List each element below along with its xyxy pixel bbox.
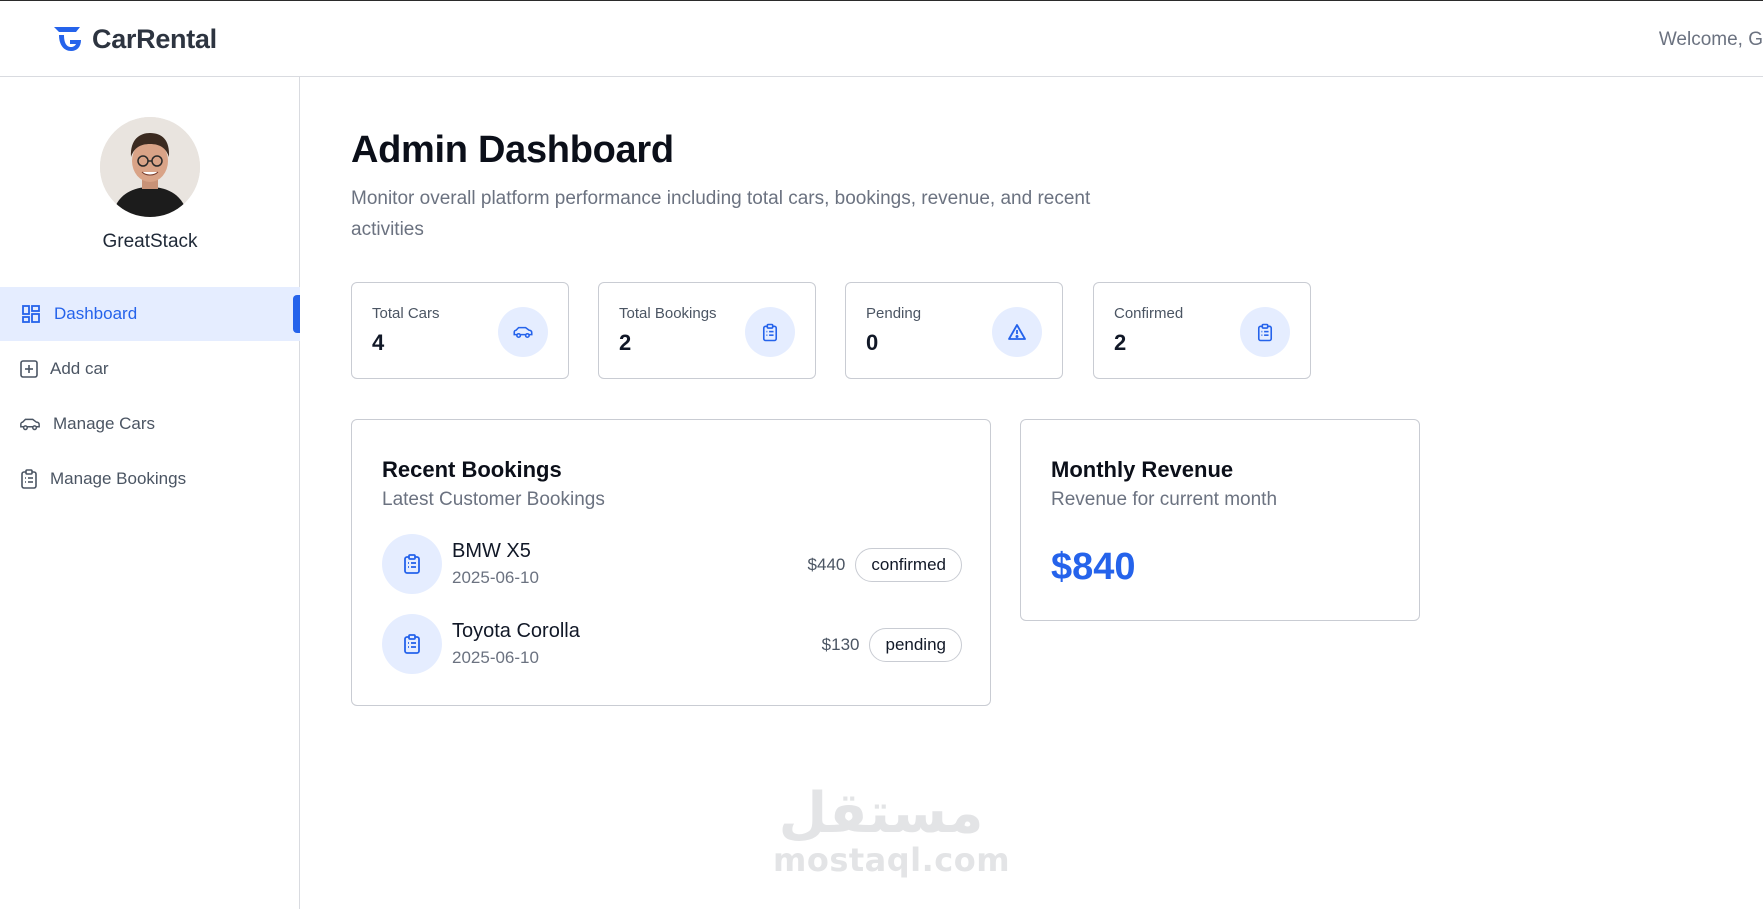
stat-value: 0 [866, 330, 879, 355]
sidebar-item-label: Dashboard [54, 304, 138, 323]
sidebar: GreatStack Dashboard Add car Manage Cars [0, 77, 300, 909]
list-item[interactable]: BMW X5 2025-06-10 $440 confirmed [382, 534, 962, 596]
car-icon [19, 413, 41, 435]
car-icon [498, 307, 548, 357]
stat-value: 2 [1114, 330, 1127, 355]
clipboard-list-icon [18, 468, 40, 490]
clipboard-list-icon [1240, 307, 1290, 357]
plus-square-icon [18, 358, 40, 380]
booking-car-name: Toyota Corolla [452, 620, 580, 642]
avatar[interactable] [100, 117, 200, 217]
sidebar-item-label: Manage Cars [53, 414, 156, 433]
page-subtitle: Monitor overall platform performance inc… [351, 188, 1091, 240]
booking-price: $440 [807, 555, 846, 574]
stat-label: Confirmed [1114, 305, 1184, 322]
panel-title: Recent Bookings [382, 457, 562, 482]
status-badge: confirmed [855, 548, 962, 582]
sidebar-item-manage-bookings[interactable]: Manage Bookings [0, 452, 300, 506]
revenue-value: $840 [1051, 546, 1136, 588]
sidebar-item-dashboard[interactable]: Dashboard [0, 287, 300, 341]
stat-card-pending: Pending 0 [845, 282, 1063, 379]
brand-name: CarRental [92, 23, 217, 54]
stat-card-confirmed: Confirmed 2 [1093, 282, 1311, 379]
clipboard-list-icon [382, 534, 442, 594]
watermark-arabic: مستقل [778, 781, 984, 846]
stat-label: Pending [866, 305, 922, 322]
booking-car-name: BMW X5 [452, 540, 531, 562]
dashboard-grid-icon [20, 303, 42, 325]
welcome-text: Welcome, G [1658, 29, 1763, 50]
booking-meta: $440 confirmed [808, 548, 962, 582]
sidebar-item-label: Add car [50, 359, 109, 378]
main-content: Admin Dashboard Monitor overall platform… [300, 77, 1763, 909]
watermark: مستقل mostaql.com [773, 781, 1011, 879]
panel-subtitle: Revenue for current month [1051, 489, 1278, 510]
panel-title: Monthly Revenue [1051, 457, 1234, 482]
panel-subtitle: Latest Customer Bookings [382, 489, 605, 510]
warning-triangle-icon [992, 307, 1042, 357]
stat-value: 4 [372, 330, 385, 355]
profile-photo [100, 117, 200, 217]
list-item[interactable]: Toyota Corolla 2025-06-10 $130 pending [382, 614, 962, 676]
booking-price: $130 [821, 635, 860, 654]
page-title: Admin Dashboard [351, 129, 674, 171]
sidebar-item-manage-cars[interactable]: Manage Cars [0, 397, 300, 451]
sidebar-item-label: Manage Bookings [50, 469, 187, 488]
stat-value: 2 [619, 330, 632, 355]
recent-bookings-panel: Recent Bookings Latest Customer Bookings… [351, 419, 991, 706]
booking-date: 2025-06-10 [452, 648, 539, 667]
sidebar-item-add-car[interactable]: Add car [0, 342, 300, 396]
carrental-logo-icon [54, 27, 81, 51]
top-bar: CarRental Welcome, G [0, 0, 1763, 77]
booking-meta: $130 pending [822, 628, 962, 662]
brand-logo[interactable]: CarRental [50, 23, 217, 55]
booking-date: 2025-06-10 [452, 568, 539, 587]
status-badge: pending [869, 628, 962, 662]
stat-card-total-cars: Total Cars 4 [351, 282, 569, 379]
clipboard-list-icon [745, 307, 795, 357]
monthly-revenue-panel: Monthly Revenue Revenue for current mont… [1020, 419, 1420, 621]
stat-card-total-bookings: Total Bookings 2 [598, 282, 816, 379]
watermark-latin: mostaql.com [773, 841, 1011, 879]
clipboard-list-icon [382, 614, 442, 674]
stat-label: Total Bookings [619, 305, 717, 322]
profile-name: GreatStack [102, 231, 198, 252]
stat-label: Total Cars [372, 305, 440, 322]
